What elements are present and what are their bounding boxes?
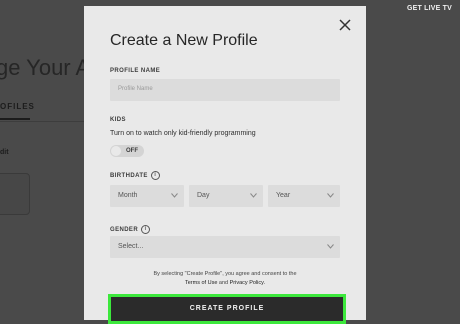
birthdate-label: BIRTHDATE i xyxy=(110,171,160,180)
get-live-tv-link[interactable]: GET LIVE TV xyxy=(407,5,452,12)
info-icon[interactable]: i xyxy=(141,225,151,234)
chevron-down-icon xyxy=(171,193,178,198)
close-icon xyxy=(339,19,351,31)
profile-name-label: PROFILE NAME xyxy=(110,68,161,74)
profile-name-placeholder: Profile Name xyxy=(118,86,153,92)
background-divider xyxy=(0,121,84,122)
kids-label: KIDS xyxy=(110,117,126,123)
year-select[interactable]: Year xyxy=(268,185,340,207)
toggle-knob xyxy=(111,146,121,156)
background-page-heading: ge Your A xyxy=(0,55,91,80)
privacy-policy-link[interactable]: Privacy Policy. xyxy=(230,280,265,286)
kids-description: Turn on to watch only kid-friendly progr… xyxy=(110,130,256,137)
background-profile-card xyxy=(0,173,30,215)
gender-label: GENDER i xyxy=(110,225,151,234)
toggle-state: OFF xyxy=(126,148,138,154)
background-tab-profiles: OFILES xyxy=(0,102,35,111)
day-select[interactable]: Day xyxy=(189,185,263,207)
chevron-down-icon xyxy=(327,244,334,249)
info-icon[interactable]: i xyxy=(150,171,160,180)
background-tab-underline xyxy=(0,118,30,120)
modal-title: Create a New Profile xyxy=(110,32,258,49)
chevron-down-icon xyxy=(250,193,257,198)
gender-select[interactable]: Select... xyxy=(110,236,340,258)
month-select[interactable]: Month xyxy=(110,185,184,207)
chevron-down-icon xyxy=(327,193,334,198)
close-button[interactable] xyxy=(338,18,352,32)
terms-of-use-link[interactable]: Terms of Use xyxy=(185,280,217,286)
background-edit-link: dit xyxy=(0,149,9,156)
create-profile-modal: Create a New Profile PROFILE NAME Profil… xyxy=(84,6,366,324)
consent-text: By selecting "Create Profile", you agree… xyxy=(153,271,297,286)
kids-toggle[interactable]: OFF xyxy=(110,145,144,157)
profile-name-input[interactable]: Profile Name xyxy=(110,79,340,101)
